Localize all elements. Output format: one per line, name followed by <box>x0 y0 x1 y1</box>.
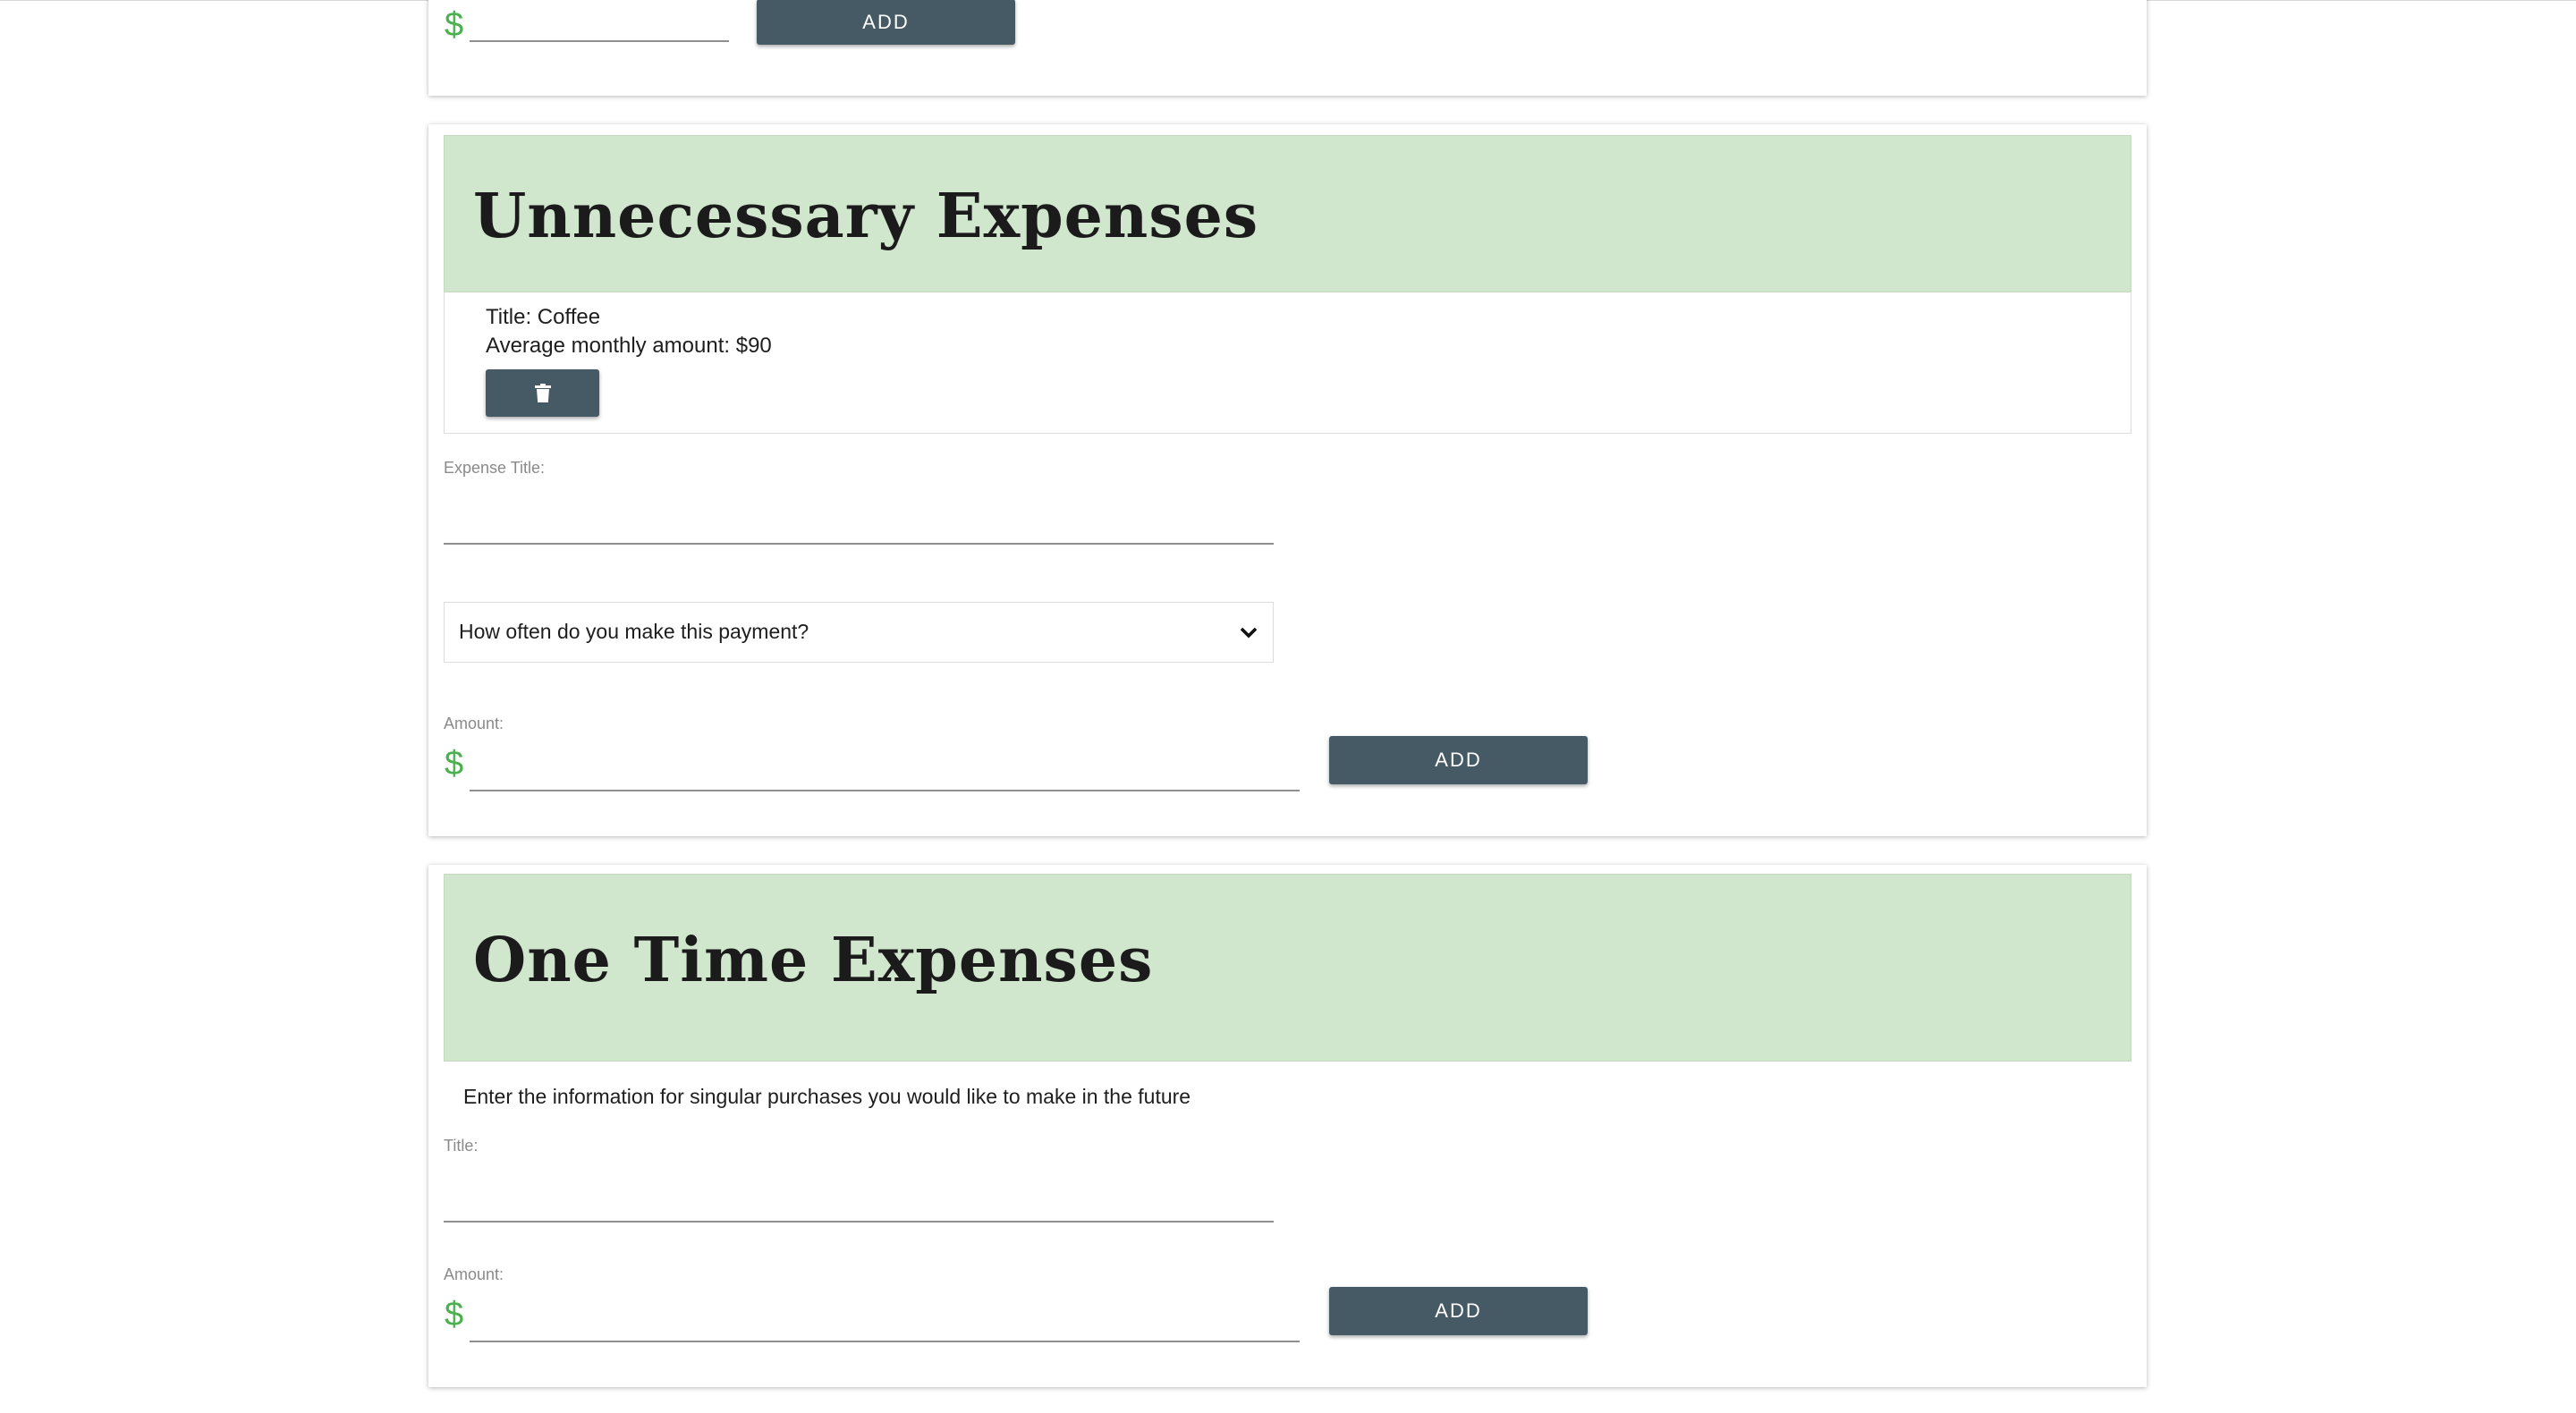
frequency-select-value: How often do you make this payment? <box>459 620 809 643</box>
expense-amount-value: $90 <box>735 334 772 358</box>
expense-list: Title: Coffee Average monthly amount: $9… <box>444 292 2131 434</box>
chevron-down-icon <box>1239 622 1258 642</box>
add-button[interactable]: ADD <box>1329 1287 1588 1335</box>
amount-input[interactable] <box>470 741 1300 791</box>
expense-title-label: Title: <box>486 305 532 329</box>
title-field-label: Title: <box>444 1137 479 1155</box>
dollar-sign: $ <box>445 1296 464 1333</box>
amount-field-label: Amount: <box>444 1265 504 1283</box>
title-input[interactable] <box>444 1172 1274 1223</box>
amount-input[interactable] <box>470 1292 1300 1342</box>
fixed-expenses-card: $ ADD <box>428 0 2147 96</box>
add-button[interactable]: ADD <box>757 0 1015 45</box>
unnecessary-expenses-card: Unnecessary Expenses Title: Coffee Avera… <box>428 124 2147 836</box>
delete-button[interactable] <box>486 369 599 417</box>
frequency-select[interactable]: How often do you make this payment? <box>444 602 1274 663</box>
dollar-sign: $ <box>445 6 464 44</box>
expense-title-value: Coffee <box>537 305 601 329</box>
amount-field-label: Amount: <box>444 715 504 732</box>
expense-amount-label: Average monthly amount: <box>486 334 731 358</box>
expense-title-line: Title: Coffee <box>486 305 600 330</box>
section-header: Unnecessary Expenses <box>444 135 2131 292</box>
section-header: One Time Expenses <box>444 874 2131 1062</box>
section-title: One Time Expenses <box>473 925 1154 996</box>
trash-icon <box>534 383 551 403</box>
section-description: Enter the information for singular purch… <box>463 1085 1191 1108</box>
expense-amount-line: Average monthly amount: $90 <box>486 334 772 359</box>
section-title: Unnecessary Expenses <box>473 181 1259 252</box>
expense-title-field-label: Expense Title: <box>444 459 546 477</box>
dollar-sign: $ <box>445 745 464 783</box>
add-button[interactable]: ADD <box>1329 736 1588 784</box>
amount-input[interactable] <box>470 3 729 42</box>
expense-title-field[interactable] <box>444 495 1274 545</box>
one-time-expenses-card: One Time Expenses Enter the information … <box>428 865 2147 1387</box>
